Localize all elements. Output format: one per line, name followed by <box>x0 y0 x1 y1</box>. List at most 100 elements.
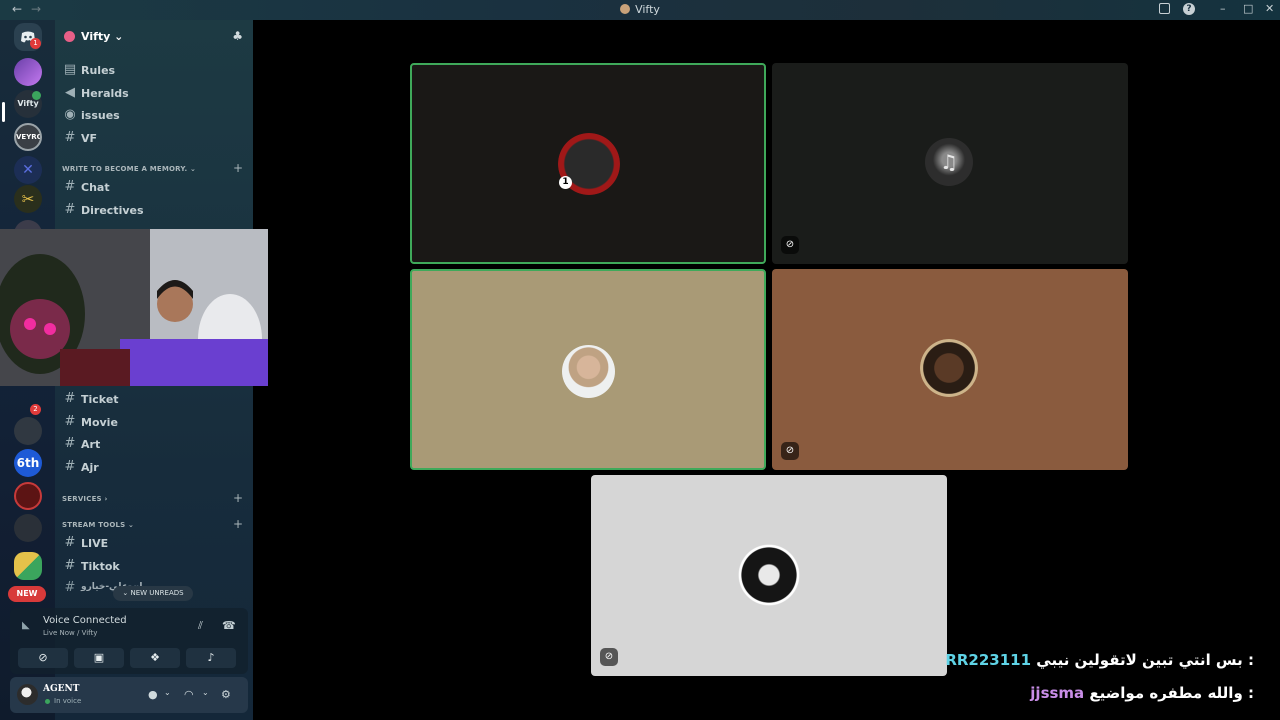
activities-icon: ❖ <box>150 651 160 664</box>
chat-message-2: jjssma والله مطفره مواضيع : <box>1030 684 1254 702</box>
screen-share-button[interactable]: ▣ <box>74 648 124 668</box>
hash-icon: # <box>64 130 76 145</box>
maximize-button[interactable]: □ <box>1243 2 1253 15</box>
voice-channel-subtitle[interactable]: Live Now / Vifty <box>43 629 97 637</box>
hash-icon: # <box>64 436 76 451</box>
hash-icon: # <box>64 179 76 194</box>
avatar-badge-icon: 1 <box>559 176 572 189</box>
webcam-feed-image <box>0 229 268 386</box>
channel-ajr[interactable]: # Ajr <box>61 457 247 477</box>
mic-options-chevron-icon[interactable]: ⌄ <box>164 688 171 697</box>
status-dot-icon <box>45 699 50 704</box>
channel-directives[interactable]: # Directives <box>61 200 247 220</box>
chevron-down-icon: ⌄ <box>190 165 197 173</box>
server-icon-tools[interactable]: ✂ <box>14 185 42 213</box>
headset-options-chevron-icon[interactable]: ⌄ <box>202 688 209 697</box>
avatar-man-portrait <box>562 345 615 398</box>
hash-icon: # <box>64 391 76 406</box>
chat-username: RR223111 <box>945 651 1032 669</box>
close-button[interactable]: ✕ <box>1265 2 1274 15</box>
chevron-down-icon: ⌄ <box>128 521 135 529</box>
avatar-music-note: ♫ <box>925 138 973 186</box>
webcam-overlay <box>0 229 268 386</box>
channel-live[interactable]: # LIVE <box>61 533 247 553</box>
add-channel-memory-icon[interactable]: + <box>233 161 243 175</box>
avatar-skull-pirate <box>920 339 978 397</box>
hash-icon: # <box>64 535 76 550</box>
avatar-bw-portrait <box>737 543 801 607</box>
vifty-logo-icon <box>620 4 631 14</box>
server-icon-veyro[interactable]: VEYRO <box>14 123 42 151</box>
microphone-icon[interactable]: ● <box>148 688 158 701</box>
soundboard-icon: ♪ <box>207 651 215 664</box>
channel-chat[interactable]: # Chat <box>61 177 247 197</box>
channel-issues[interactable]: ◉ issues <box>61 105 247 125</box>
new-unreads-button[interactable]: ⌄ NEW UNREADS <box>113 586 193 601</box>
server-icon-6th[interactable]: 6th <box>14 449 42 477</box>
title-bar: ← → Vifty ? – □ ✕ <box>0 0 1280 20</box>
camera-off-icon: ⊘ <box>781 236 799 254</box>
help-icon[interactable]: ? <box>1183 3 1195 15</box>
disconnect-icon[interactable]: ☎ <box>222 619 236 632</box>
camera-off-icon: ⊘ <box>38 651 48 664</box>
category-memory[interactable]: WRITE TO BECOME A MEMORY. ⌄ <box>62 165 196 173</box>
guild-name[interactable]: Vifty ⌄ <box>81 30 123 43</box>
announcement-icon: ◀ <box>65 85 75 100</box>
add-channel-stream-icon[interactable]: + <box>233 517 243 531</box>
guild-header[interactable]: Vifty ⌄ ♣ <box>55 20 253 52</box>
activities-button[interactable]: ❖ <box>130 648 180 668</box>
server-live-badge <box>32 91 41 100</box>
channel-movie[interactable]: # Movie <box>61 412 247 432</box>
camera-off-button[interactable]: ⊘ <box>18 648 68 668</box>
chat-username: jjssma <box>1030 684 1085 702</box>
server-icon-grey[interactable] <box>14 514 42 542</box>
channel-tiktok[interactable]: # Tiktok <box>61 556 247 576</box>
video-tile-1[interactable]: 1 <box>410 63 766 264</box>
chevron-down-icon: ⌄ <box>114 30 124 43</box>
chevron-right-icon: › <box>104 495 108 503</box>
rules-icon: ▤ <box>63 62 77 77</box>
video-tile-3[interactable] <box>410 269 766 470</box>
server-icon-x[interactable]: ✕ <box>14 156 42 184</box>
screen-share-icon: ▣ <box>93 651 105 664</box>
new-servers-pill[interactable]: NEW <box>8 586 46 602</box>
chat-message-1: RR223111 بس انتي تبين لاتقولين نيبي : <box>945 651 1254 669</box>
hash-icon: # <box>64 202 76 217</box>
avatar[interactable] <box>17 684 38 705</box>
user-panel: AGENT In voice ● ⌄ ◠ ⌄ ⚙ <box>10 677 248 713</box>
channel-rules[interactable]: ▤ Rules <box>61 60 247 80</box>
username[interactable]: AGENT <box>43 684 79 694</box>
chat-text: بس انتي تبين لاتقولين نيبي : <box>1036 651 1254 669</box>
video-tile-4[interactable]: ⊘ <box>772 269 1128 470</box>
discord-app-window: ← → Vifty ? – □ ✕ 1 Vifty VEYRO ✕ ✂ 2 6t… <box>0 0 1280 720</box>
noise-suppression-icon[interactable]: ⫽ <box>198 619 203 633</box>
add-channel-services-icon[interactable]: + <box>233 491 243 505</box>
add-member-icon[interactable]: ♣ <box>232 29 243 43</box>
video-tile-2[interactable]: ♫ ⊘ <box>772 63 1128 264</box>
settings-gear-icon[interactable]: ⚙ <box>221 688 231 701</box>
hash-icon: # <box>64 459 76 474</box>
camera-off-icon: ⊘ <box>600 648 618 666</box>
window-title-text: Vifty <box>635 3 660 16</box>
minimize-button[interactable]: – <box>1220 2 1226 15</box>
channel-ticket[interactable]: # Ticket <box>61 389 247 409</box>
server-icon-dark[interactable] <box>14 417 42 445</box>
server-icon-purple[interactable] <box>14 58 42 86</box>
channel-vf[interactable]: # VF <box>61 128 247 148</box>
server-folder-icon[interactable] <box>14 552 42 580</box>
chat-text: والله مطفره مواضيع : <box>1089 684 1254 702</box>
guild-icon <box>64 31 75 42</box>
category-stream-tools[interactable]: STREAM TOOLS ⌄ <box>62 521 134 529</box>
soundboard-button[interactable]: ♪ <box>186 648 236 668</box>
channel-heralds[interactable]: ◀ Heralds <box>61 83 247 103</box>
category-services[interactable]: SERVICES › <box>62 495 108 503</box>
home-unread-badge: 1 <box>30 38 41 49</box>
headset-icon[interactable]: ◠ <box>184 688 194 701</box>
hash-icon: # <box>64 558 76 573</box>
server-icon-red[interactable] <box>14 482 42 510</box>
inbox-icon[interactable] <box>1159 3 1170 14</box>
channel-art[interactable]: # Art <box>61 434 247 454</box>
video-tile-5[interactable]: ⊘ <box>591 475 947 676</box>
voice-connected-title[interactable]: Voice Connected <box>43 615 127 626</box>
connection-signal-icon[interactable]: ◣ <box>22 620 30 631</box>
